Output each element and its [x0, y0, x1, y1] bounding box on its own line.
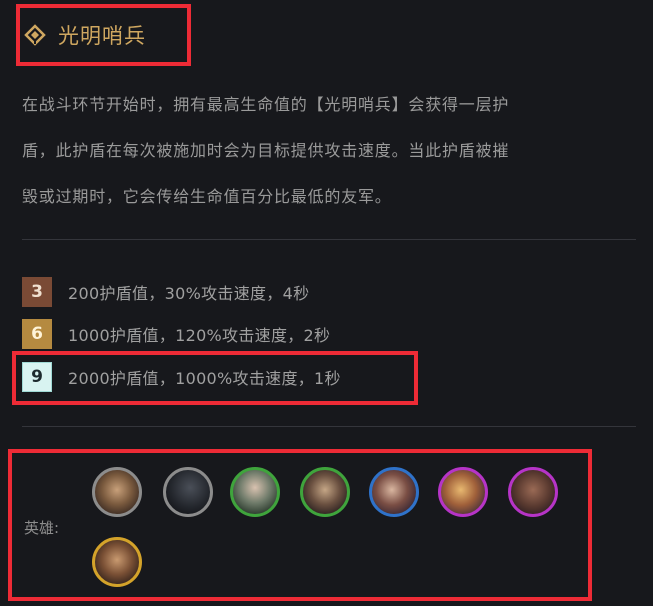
tier-count: 9 — [31, 367, 43, 387]
divider — [22, 426, 636, 427]
tier-text: 2000护盾值，1000%攻击速度，1秒 — [68, 369, 341, 388]
tier-row-3: 3 200护盾值，30%攻击速度，4秒 — [22, 277, 309, 307]
highlight-box-champions — [8, 449, 592, 601]
champion-avatar[interactable] — [300, 467, 350, 517]
tier-row-6: 6 1000护盾值，120%攻击速度，2秒 — [22, 319, 330, 349]
tier-badge: 9 — [22, 362, 52, 392]
divider — [22, 239, 636, 240]
champion-avatar[interactable] — [92, 467, 142, 517]
description-line: 在战斗环节开始时，拥有最高生命值的【光明哨兵】会获得一层护 — [22, 95, 510, 114]
tier-text: 1000护盾值，120%攻击速度，2秒 — [68, 326, 331, 345]
champions-label: 英雄: — [24, 519, 60, 537]
description-line: 盾，此护盾在每次被施加时会为目标提供攻击速度。当此护盾被摧 — [22, 141, 510, 160]
tier-text: 200护盾值，30%攻击速度，4秒 — [68, 284, 310, 303]
tier-count: 6 — [31, 324, 43, 344]
champion-avatar[interactable] — [163, 467, 213, 517]
trait-header: 光明哨兵 — [22, 20, 146, 50]
tier-count: 3 — [31, 282, 43, 302]
trait-description: 在战斗环节开始时，拥有最高生命值的【光明哨兵】会获得一层护 盾，此护盾在每次被施… — [22, 82, 642, 220]
champion-avatar[interactable] — [438, 467, 488, 517]
tier-badge: 3 — [22, 277, 52, 307]
champion-avatar[interactable] — [508, 467, 558, 517]
champion-avatar[interactable] — [369, 467, 419, 517]
champion-avatar[interactable] — [92, 537, 142, 587]
champion-avatar[interactable] — [230, 467, 280, 517]
trait-title: 光明哨兵 — [58, 24, 146, 48]
trait-diamond-icon — [24, 24, 46, 46]
description-line: 毁或过期时，它会传给生命值百分比最低的友军。 — [22, 187, 392, 206]
tier-row-9: 9 2000护盾值，1000%攻击速度，1秒 — [22, 362, 341, 392]
tier-badge: 6 — [22, 319, 52, 349]
